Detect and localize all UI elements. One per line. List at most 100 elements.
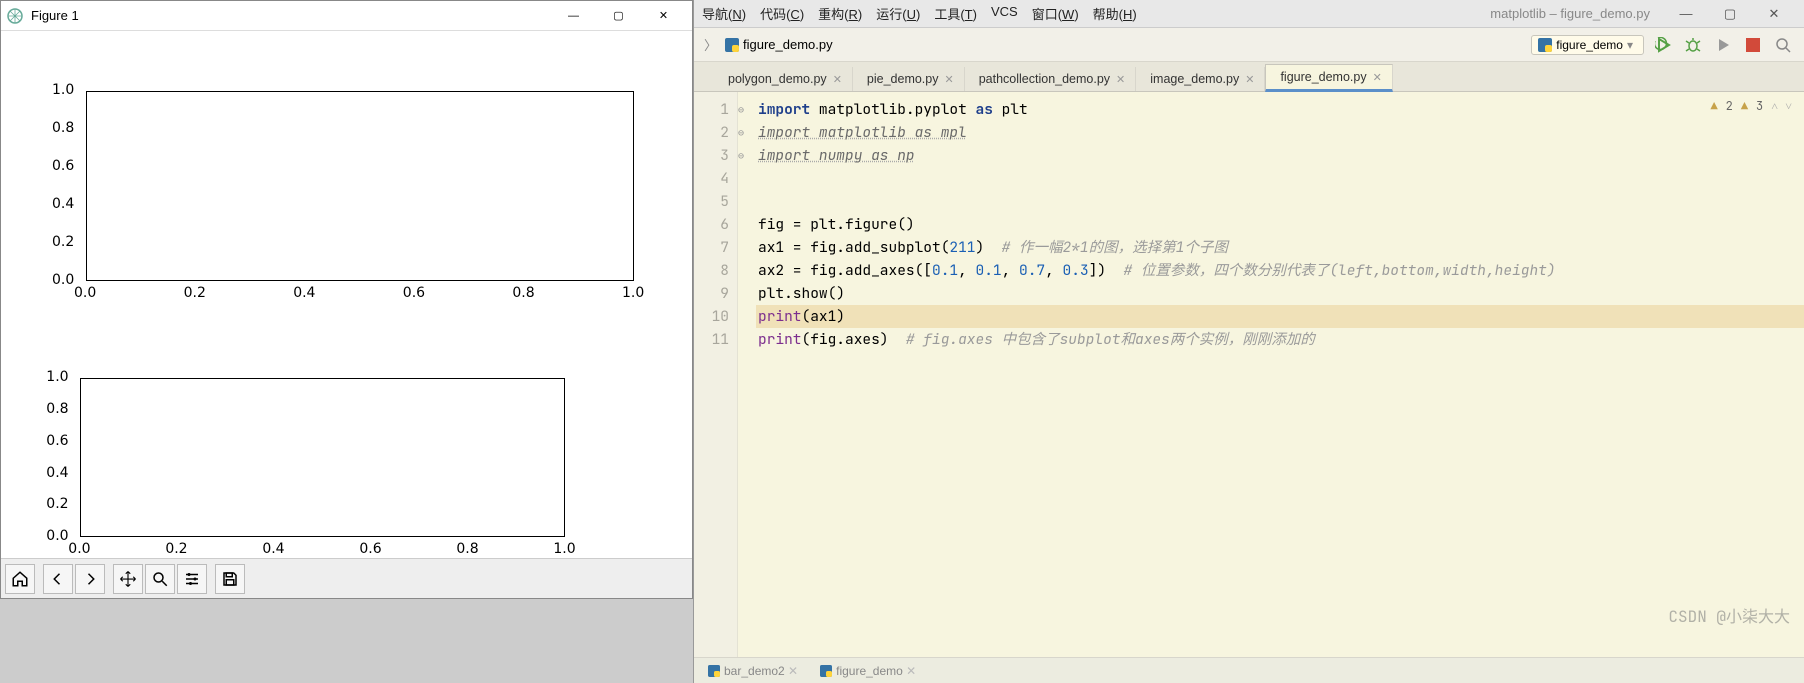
matplotlib-figure-window: Figure 1 — ▢ ✕ 0.0 0.2 0.4 0.6 0.8 1.0 0.0 0.2 0… xyxy=(0,0,693,599)
run-button[interactable] xyxy=(1652,34,1674,56)
editor-tab-pie_demo[interactable]: pie_demo.py ✕ xyxy=(853,67,965,91)
code-line-7[interactable]: ax1 = fig.add_subplot(211) # 作一幅2*1的图，选择… xyxy=(756,236,1804,259)
menu-vcs[interactable]: VCS xyxy=(991,4,1018,23)
mpl-titlebar: Figure 1 — ▢ ✕ xyxy=(1,1,692,31)
code-line-6[interactable]: fig = plt.figure() xyxy=(756,213,1804,236)
warning-icon: ▲ xyxy=(1741,98,1748,114)
code-line-5[interactable] xyxy=(756,190,1804,213)
tab-close-icon[interactable]: ✕ xyxy=(1373,71,1382,84)
run-tool-tab-figure_demo[interactable]: figure_demo ✕ xyxy=(820,664,916,678)
tab-label: polygon_demo.py xyxy=(728,72,827,86)
dropdown-chevron-icon: ▾ xyxy=(1627,38,1633,52)
tab-label: pathcollection_demo.py xyxy=(979,72,1110,86)
tab-label: pie_demo.py xyxy=(867,72,939,86)
editor-body: 1234567891011 ⊖⊖⊖ import matplotlib.pypl… xyxy=(694,92,1804,657)
xtick-label: 0.4 xyxy=(293,285,315,301)
mpl-canvas[interactable]: 0.00.20.40.60.81.00.00.20.40.60.81.00.00… xyxy=(1,31,692,558)
editor-tab-polygon_demo[interactable]: polygon_demo.py ✕ xyxy=(714,67,853,91)
tab-close-icon[interactable]: ✕ xyxy=(833,73,842,86)
mpl-nav-toolbar xyxy=(1,558,692,598)
code-line-2[interactable]: import matplotlib as mpl xyxy=(756,121,1804,144)
menu-帮助[interactable]: 帮助(H) xyxy=(1093,4,1137,23)
ytick-label: 0.8 xyxy=(52,120,74,136)
code-line-4[interactable] xyxy=(756,167,1804,190)
breadcrumb-file-label: figure_demo.py xyxy=(743,37,833,52)
mpl-logo-icon xyxy=(7,8,23,24)
menu-运行[interactable]: 运行(U) xyxy=(876,4,920,23)
python-file-icon xyxy=(725,38,739,52)
code-area[interactable]: import matplotlib.pyplot as pltimport ma… xyxy=(752,92,1804,657)
home-icon[interactable] xyxy=(5,564,35,594)
ytick-label: 0.4 xyxy=(46,465,68,481)
editor-tab-pathcollection_demo[interactable]: pathcollection_demo.py ✕ xyxy=(965,67,1137,91)
code-line-3[interactable]: import numpy as np xyxy=(756,144,1804,167)
menu-工具[interactable]: 工具(T) xyxy=(934,4,977,23)
ytick-label: 1.0 xyxy=(52,82,74,98)
editor-tab-figure_demo[interactable]: figure_demo.py ✕ xyxy=(1265,64,1392,92)
ide-minimize-button[interactable]: — xyxy=(1664,6,1708,22)
ide-close-button[interactable]: ✕ xyxy=(1752,6,1796,22)
line-number-gutter: 1234567891011 xyxy=(694,92,738,657)
run-tool-tab-bar_demo2[interactable]: bar_demo2 ✕ xyxy=(708,664,798,678)
tab-close-icon[interactable]: ✕ xyxy=(944,73,953,86)
debug-button[interactable] xyxy=(1682,34,1704,56)
xtick-label: 0.4 xyxy=(262,541,284,557)
zoom-icon[interactable] xyxy=(145,564,175,594)
tab-close-icon[interactable]: ✕ xyxy=(1116,73,1125,86)
code-line-9[interactable]: plt.show() xyxy=(756,282,1804,305)
close-button[interactable]: ✕ xyxy=(641,2,686,30)
breadcrumb-chevron-icon: 〉 xyxy=(704,35,717,54)
minimize-button[interactable]: — xyxy=(551,2,596,30)
chart-axes-0[interactable] xyxy=(86,91,634,281)
editor-tab-image_demo[interactable]: image_demo.py ✕ xyxy=(1136,67,1265,91)
ide-window-title: matplotlib – figure_demo.py xyxy=(1490,6,1650,21)
configure-icon[interactable] xyxy=(177,564,207,594)
tab-label: figure_demo.py xyxy=(1280,70,1366,84)
run-config-label: figure_demo xyxy=(1556,38,1623,52)
save-icon[interactable] xyxy=(215,564,245,594)
xtick-label: 1.0 xyxy=(622,285,644,301)
menu-导航[interactable]: 导航(N) xyxy=(702,4,746,23)
stop-button[interactable] xyxy=(1742,34,1764,56)
warning-count: 3 xyxy=(1756,98,1763,114)
breadcrumb-file[interactable]: figure_demo.py xyxy=(725,37,833,52)
inspection-chevron-icon: ˄ ˅ xyxy=(1771,98,1792,114)
ytick-label: 0.0 xyxy=(52,272,74,288)
ytick-label: 1.0 xyxy=(46,369,68,385)
menu-代码[interactable]: 代码(C) xyxy=(760,4,804,23)
code-line-8[interactable]: ax2 = fig.add_axes([0.1, 0.1, 0.7, 0.3])… xyxy=(756,259,1804,282)
inspection-indicator[interactable]: ▲ 2 ▲ 3 ˄ ˅ xyxy=(1710,98,1792,114)
xtick-label: 1.0 xyxy=(553,541,575,557)
pan-icon[interactable] xyxy=(113,564,143,594)
csdn-watermark: CSDN @小柒大大 xyxy=(1668,603,1790,627)
xtick-label: 0.8 xyxy=(456,541,478,557)
weak-warning-icon: ▲ xyxy=(1710,98,1717,114)
code-line-1[interactable]: import matplotlib.pyplot as plt xyxy=(756,98,1804,121)
forward-icon[interactable] xyxy=(75,564,105,594)
ide-maximize-button[interactable]: ▢ xyxy=(1708,6,1752,22)
xtick-label: 0.8 xyxy=(512,285,534,301)
back-icon[interactable] xyxy=(43,564,73,594)
search-everywhere-button[interactable] xyxy=(1772,34,1794,56)
ytick-label: 0.6 xyxy=(52,158,74,174)
ytick-label: 0.2 xyxy=(46,496,68,512)
ytick-label: 0.4 xyxy=(52,196,74,212)
run-with-coverage-button[interactable] xyxy=(1712,34,1734,56)
xtick-label: 0.0 xyxy=(74,285,96,301)
code-line-11[interactable]: print(fig.axes) # fig.axes 中包含了subplot和a… xyxy=(756,328,1804,351)
ide-window: 导航(N) 代码(C) 重构(R) 运行(U) 工具(T) VCS 窗口(W) 帮助(H) m… xyxy=(693,0,1804,683)
weak-warning-count: 2 xyxy=(1726,98,1733,114)
run-config-selector[interactable]: figure_demo ▾ xyxy=(1531,35,1644,55)
menu-窗口[interactable]: 窗口(W) xyxy=(1032,4,1079,23)
tab-label: image_demo.py xyxy=(1150,72,1239,86)
menu-重构[interactable]: 重构(R) xyxy=(818,4,862,23)
ide-navbar: 〉 figure_demo.py figure_demo ▾ xyxy=(694,28,1804,62)
ide-menubar: 导航(N) 代码(C) 重构(R) 运行(U) 工具(T) VCS 窗口(W) 帮助(H) m… xyxy=(694,0,1804,28)
chart-axes-1[interactable] xyxy=(80,378,565,537)
xtick-label: 0.2 xyxy=(184,285,206,301)
python-config-icon xyxy=(1538,38,1552,52)
tab-close-icon[interactable]: ✕ xyxy=(1245,73,1254,86)
maximize-button[interactable]: ▢ xyxy=(596,2,641,30)
ide-footer: bar_demo2 ✕ figure_demo ✕ xyxy=(694,657,1804,683)
editor-tabs: polygon_demo.py✕pie_demo.py✕pathcollecti… xyxy=(694,62,1804,92)
